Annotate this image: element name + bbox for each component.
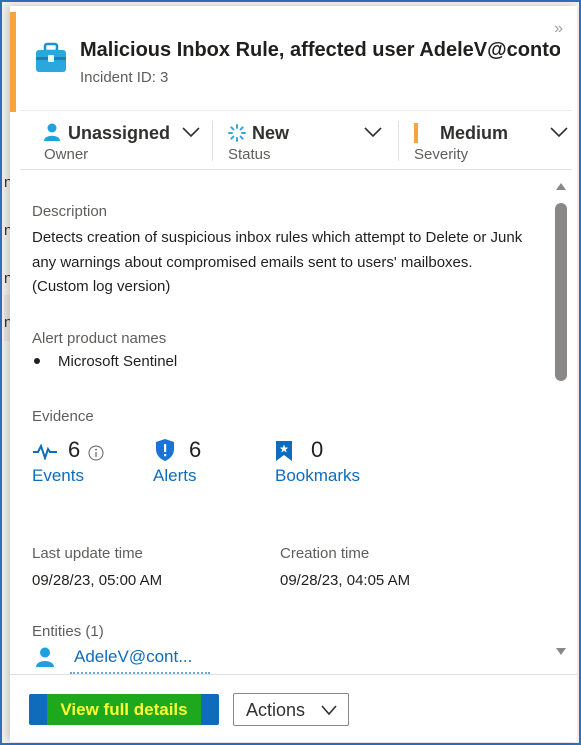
- actions-label: Actions: [246, 700, 306, 720]
- last-update-label: Last update time: [32, 545, 143, 562]
- chevron-down-icon: [321, 705, 337, 716]
- alert-products-label: Alert product names: [32, 330, 167, 347]
- creation-time-value: 09/28/23, 04:05 AM: [280, 572, 411, 589]
- user-entity-icon: [36, 647, 54, 667]
- status-value: New: [252, 123, 290, 143]
- actions-button[interactable]: Actions: [233, 693, 349, 726]
- severity-dropdown[interactable]: Medium Severity: [402, 111, 572, 169]
- incident-details-panel: » Malicious Inbox Rule, affected user Ad…: [10, 6, 577, 742]
- severity-value: Medium: [440, 123, 509, 143]
- scroll-up-arrow-icon[interactable]: [555, 181, 567, 191]
- description-text: Detects creation of suspicious inbox rul…: [32, 229, 523, 295]
- alert-product-name: Microsoft Sentinel: [58, 353, 178, 370]
- events-link[interactable]: Events: [32, 466, 84, 486]
- entities-label: Entities (1): [32, 623, 104, 640]
- bookmarks-link[interactable]: Bookmarks: [275, 466, 360, 486]
- scrollbar-thumb[interactable]: [555, 203, 567, 381]
- details-content: Description Detects creation of suspicio…: [10, 169, 577, 674]
- bookmarks-count: 0: [311, 437, 324, 462]
- panel-footer: View full details Actions: [10, 674, 577, 742]
- description-label: Description: [32, 203, 108, 220]
- incident-fields-row: Unassigned Owner New Status Medium Sever…: [20, 110, 572, 170]
- bookmark-icon: [276, 441, 292, 461]
- expand-panel-icon[interactable]: »: [554, 20, 563, 38]
- shield-alert-icon: [156, 439, 174, 461]
- alerts-link[interactable]: Alerts: [153, 466, 196, 486]
- alerts-count: 6: [189, 437, 202, 462]
- chevron-down-icon: [364, 127, 382, 138]
- last-update-value: 09/28/23, 05:00 AM: [32, 572, 163, 589]
- status-dropdown[interactable]: New Status: [216, 111, 396, 169]
- severity-label: Severity: [414, 146, 469, 163]
- evidence-alerts[interactable]: 6 Alerts: [153, 436, 253, 486]
- owner-value: Unassigned: [68, 123, 171, 143]
- view-full-details-label: View full details: [60, 700, 188, 719]
- scroll-down-arrow-icon[interactable]: [555, 647, 567, 657]
- evidence-bookmarks[interactable]: 0 Bookmarks: [275, 436, 395, 486]
- chevron-down-icon: [182, 127, 200, 138]
- evidence-label: Evidence: [32, 408, 94, 425]
- creation-time-label: Creation time: [280, 545, 370, 562]
- chevron-down-icon: [550, 127, 568, 138]
- list-item: Microsoft Sentinel: [34, 353, 177, 370]
- entity-link[interactable]: AdeleV@cont...: [74, 647, 192, 667]
- owner-label: Owner: [44, 146, 89, 163]
- severity-indicator-icon: [414, 123, 418, 143]
- divider: [398, 121, 399, 161]
- view-full-details-button[interactable]: View full details: [29, 694, 219, 725]
- info-icon[interactable]: [88, 445, 104, 461]
- events-count: 6: [68, 437, 81, 462]
- incident-title: Malicious Inbox Rule, affected user Adel…: [80, 39, 560, 61]
- severity-accent-bar: [10, 12, 16, 112]
- activity-pulse-icon: [33, 444, 57, 460]
- owner-dropdown[interactable]: Unassigned Owner: [34, 111, 214, 169]
- briefcase-icon: [36, 42, 66, 72]
- person-icon: [44, 123, 60, 141]
- status-label: Status: [228, 146, 271, 163]
- divider: [212, 121, 213, 161]
- incident-id: Incident ID: 3: [80, 69, 169, 86]
- bullet-icon: [34, 358, 40, 365]
- spinner-icon: [228, 124, 246, 142]
- evidence-events[interactable]: 6 Events: [32, 436, 142, 486]
